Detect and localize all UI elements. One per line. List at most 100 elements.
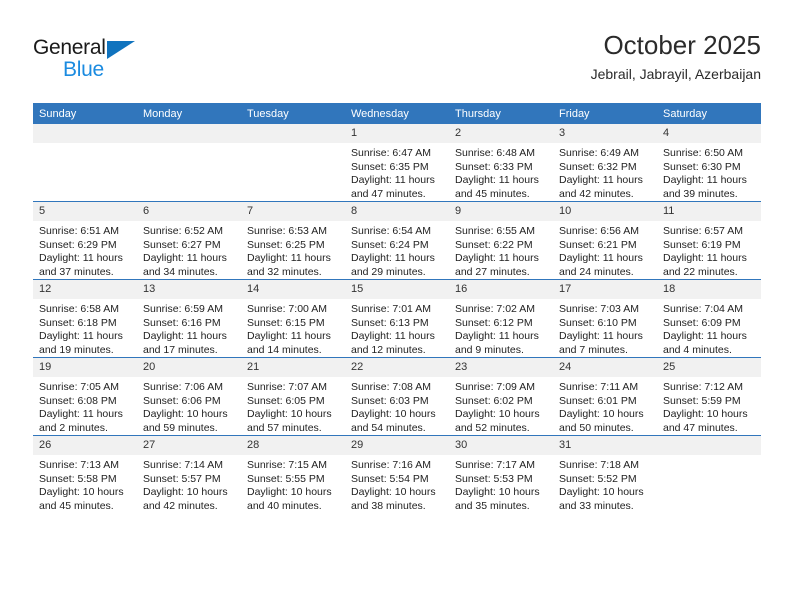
day-details: Sunrise: 7:16 AM Sunset: 5:54 PM Daylight:… — [345, 455, 449, 513]
daylight-text-line1: Daylight: 10 hours — [351, 486, 436, 498]
sunset-text: Sunset: 6:29 PM — [39, 238, 117, 251]
calendar-day-cell[interactable]: 1 Sunrise: 6:47 AM Sunset: 6:35 PM Daylight… — [345, 124, 449, 202]
daylight-text-line1: Daylight: 10 hours — [663, 408, 748, 420]
daylight-text-line2: and 54 minutes. — [351, 421, 426, 434]
daylight-text-line2: and 38 minutes. — [351, 499, 426, 512]
calendar-day-cell[interactable]: 31 Sunrise: 7:18 AM Sunset: 5:52 PM Dayligh… — [553, 435, 657, 513]
daylight-text-line2: and 9 minutes. — [455, 343, 524, 356]
sunrise-text: Sunrise: 7:02 AM — [455, 303, 535, 315]
calendar-day-cell[interactable]: 21 Sunrise: 7:07 AM Sunset: 6:05 PM Dayligh… — [241, 357, 345, 436]
day-number: 23 — [449, 358, 553, 377]
calendar-day-cell[interactable]: 27 Sunrise: 7:14 AM Sunset: 5:57 PM Dayligh… — [137, 435, 241, 513]
daylight-text-line1: Daylight: 10 hours — [143, 408, 228, 420]
calendar-day-cell[interactable]: 7 Sunrise: 6:53 AM Sunset: 6:25 PM Daylight… — [241, 201, 345, 280]
calendar-week-row: 5 Sunrise: 6:51 AM Sunset: 6:29 PM Daylight… — [33, 201, 761, 280]
calendar-day-cell[interactable]: 24 Sunrise: 7:11 AM Sunset: 6:01 PM Dayligh… — [553, 357, 657, 436]
sunset-text: Sunset: 5:59 PM — [663, 394, 741, 407]
daylight-text-line1: Daylight: 11 hours — [663, 330, 747, 342]
calendar-day-cell[interactable]: 12 Sunrise: 6:58 AM Sunset: 6:18 PM Dayligh… — [33, 279, 137, 358]
day-details: Sunrise: 7:06 AM Sunset: 6:06 PM Daylight:… — [137, 377, 241, 435]
calendar-day-cell[interactable]: 13 Sunrise: 6:59 AM Sunset: 6:16 PM Dayligh… — [137, 279, 241, 358]
calendar-day-cell[interactable]: 22 Sunrise: 7:08 AM Sunset: 6:03 PM Dayligh… — [345, 357, 449, 436]
daylight-text-line2: and 27 minutes. — [455, 265, 530, 278]
daylight-text-line1: Daylight: 11 hours — [143, 252, 227, 264]
daylight-text-line2: and 45 minutes. — [455, 187, 530, 200]
calendar-day-cell[interactable]: 5 Sunrise: 6:51 AM Sunset: 6:29 PM Daylight… — [33, 201, 137, 280]
calendar-day-cell[interactable]: 17 Sunrise: 7:03 AM Sunset: 6:10 PM Dayligh… — [553, 279, 657, 358]
calendar-day-cell[interactable]: 2 Sunrise: 6:48 AM Sunset: 6:33 PM Daylight… — [449, 124, 553, 202]
calendar-day-cell[interactable]: 19 Sunrise: 7:05 AM Sunset: 6:08 PM Dayligh… — [33, 357, 137, 436]
calendar-day-cell[interactable]: 16 Sunrise: 7:02 AM Sunset: 6:12 PM Dayligh… — [449, 279, 553, 358]
page-header: General Blue October 2025 Jebrail, Jabra… — [33, 28, 761, 98]
sunrise-text: Sunrise: 6:57 AM — [663, 225, 743, 237]
calendar-week-row: 12 Sunrise: 6:58 AM Sunset: 6:18 PM Dayligh… — [33, 279, 761, 358]
day-number: 21 — [241, 358, 345, 377]
calendar-body: 1 Sunrise: 6:47 AM Sunset: 6:35 PM Daylight… — [33, 124, 761, 513]
day-details: Sunrise: 6:57 AM Sunset: 6:19 PM Daylight:… — [657, 221, 761, 279]
calendar-day-cell[interactable]: 10 Sunrise: 6:56 AM Sunset: 6:21 PM Dayligh… — [553, 201, 657, 280]
calendar-day-cell[interactable]: 11 Sunrise: 6:57 AM Sunset: 6:19 PM Dayligh… — [657, 201, 761, 280]
day-details: Sunrise: 7:03 AM Sunset: 6:10 PM Daylight:… — [553, 299, 657, 357]
daylight-text-line1: Daylight: 11 hours — [247, 330, 331, 342]
day-number: 15 — [345, 280, 449, 299]
calendar-day-cell[interactable]: 18 Sunrise: 7:04 AM Sunset: 6:09 PM Dayligh… — [657, 279, 761, 358]
sunset-text: Sunset: 6:33 PM — [455, 160, 533, 173]
day-number: 26 — [33, 436, 137, 455]
day-details: Sunrise: 6:59 AM Sunset: 6:16 PM Daylight:… — [137, 299, 241, 357]
day-number: 14 — [241, 280, 345, 299]
sunrise-text: Sunrise: 6:58 AM — [39, 303, 119, 315]
day-number: 24 — [553, 358, 657, 377]
sunrise-text: Sunrise: 6:51 AM — [39, 225, 119, 237]
day-number — [137, 124, 241, 143]
calendar-day-cell[interactable]: 25 Sunrise: 7:12 AM Sunset: 5:59 PM Dayligh… — [657, 357, 761, 436]
weekday-header-tuesday: Tuesday — [241, 103, 345, 124]
title-block: October 2025 Jebrail, Jabrayil, Azerbaij… — [591, 28, 761, 84]
daylight-text-line1: Daylight: 10 hours — [247, 408, 332, 420]
sunset-text: Sunset: 6:15 PM — [247, 316, 325, 329]
calendar-day-cell[interactable]: 23 Sunrise: 7:09 AM Sunset: 6:02 PM Dayligh… — [449, 357, 553, 436]
daylight-text-line1: Daylight: 10 hours — [247, 486, 332, 498]
calendar-day-cell[interactable]: 3 Sunrise: 6:49 AM Sunset: 6:32 PM Daylight… — [553, 124, 657, 202]
day-number: 17 — [553, 280, 657, 299]
calendar-day-cell[interactable]: 8 Sunrise: 6:54 AM Sunset: 6:24 PM Daylight… — [345, 201, 449, 280]
sunset-text: Sunset: 6:08 PM — [39, 394, 117, 407]
daylight-text-line2: and 33 minutes. — [559, 499, 634, 512]
calendar-week-row: 1 Sunrise: 6:47 AM Sunset: 6:35 PM Daylight… — [33, 124, 761, 202]
daylight-text-line2: and 35 minutes. — [455, 499, 530, 512]
day-number: 10 — [553, 202, 657, 221]
daylight-text-line1: Daylight: 11 hours — [351, 252, 435, 264]
daylight-text-line1: Daylight: 11 hours — [39, 252, 123, 264]
sunset-text: Sunset: 5:57 PM — [143, 472, 221, 485]
daylight-text-line2: and 59 minutes. — [143, 421, 218, 434]
calendar-day-cell[interactable]: 28 Sunrise: 7:15 AM Sunset: 5:55 PM Dayligh… — [241, 435, 345, 513]
daylight-text-line2: and 22 minutes. — [663, 265, 738, 278]
calendar-day-cell[interactable]: 6 Sunrise: 6:52 AM Sunset: 6:27 PM Daylight… — [137, 201, 241, 280]
sunset-text: Sunset: 5:52 PM — [559, 472, 637, 485]
sunset-text: Sunset: 6:12 PM — [455, 316, 533, 329]
sunset-text: Sunset: 6:27 PM — [143, 238, 221, 251]
calendar-day-cell[interactable]: 20 Sunrise: 7:06 AM Sunset: 6:06 PM Dayligh… — [137, 357, 241, 436]
calendar-day-cell[interactable]: 14 Sunrise: 7:00 AM Sunset: 6:15 PM Dayligh… — [241, 279, 345, 358]
sunrise-text: Sunrise: 7:03 AM — [559, 303, 639, 315]
daylight-text-line1: Daylight: 10 hours — [143, 486, 228, 498]
calendar-day-cell[interactable]: 4 Sunrise: 6:50 AM Sunset: 6:30 PM Daylight… — [657, 124, 761, 202]
daylight-text-line2: and 57 minutes. — [247, 421, 322, 434]
calendar-day-cell[interactable]: 9 Sunrise: 6:55 AM Sunset: 6:22 PM Daylight… — [449, 201, 553, 280]
daylight-text-line1: Daylight: 11 hours — [455, 252, 539, 264]
sunrise-text: Sunrise: 6:53 AM — [247, 225, 327, 237]
day-details: Sunrise: 6:56 AM Sunset: 6:21 PM Daylight:… — [553, 221, 657, 279]
day-number: 16 — [449, 280, 553, 299]
day-details: Sunrise: 6:48 AM Sunset: 6:33 PM Daylight:… — [449, 143, 553, 201]
sunrise-text: Sunrise: 7:05 AM — [39, 381, 119, 393]
calendar-day-cell[interactable]: 30 Sunrise: 7:17 AM Sunset: 5:53 PM Dayligh… — [449, 435, 553, 513]
sunset-text: Sunset: 6:25 PM — [247, 238, 325, 251]
daylight-text-line1: Daylight: 11 hours — [663, 174, 747, 186]
calendar-day-cell[interactable]: 29 Sunrise: 7:16 AM Sunset: 5:54 PM Dayligh… — [345, 435, 449, 513]
sunset-text: Sunset: 6:22 PM — [455, 238, 533, 251]
calendar-day-cell[interactable]: 26 Sunrise: 7:13 AM Sunset: 5:58 PM Dayligh… — [33, 435, 137, 513]
day-number: 18 — [657, 280, 761, 299]
calendar-day-cell[interactable]: 15 Sunrise: 7:01 AM Sunset: 6:13 PM Dayligh… — [345, 279, 449, 358]
sunrise-text: Sunrise: 7:08 AM — [351, 381, 431, 393]
weekday-header-friday: Friday — [553, 103, 657, 124]
sunrise-text: Sunrise: 7:18 AM — [559, 459, 639, 471]
